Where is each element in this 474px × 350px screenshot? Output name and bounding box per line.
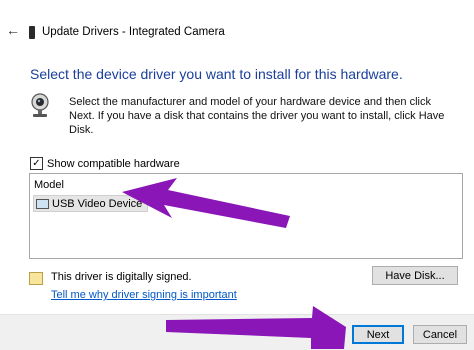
- list-item-label: USB Video Device: [52, 197, 143, 210]
- usb-device-icon: [36, 198, 49, 209]
- cancel-button[interactable]: Cancel: [413, 325, 467, 344]
- back-arrow-icon[interactable]: ←: [6, 23, 20, 37]
- model-listbox[interactable]: Model USB Video Device: [29, 173, 463, 259]
- show-compatible-hardware[interactable]: ✓ Show compatible hardware: [30, 157, 180, 170]
- page-heading: Select the device driver you want to ins…: [30, 66, 403, 82]
- have-disk-button[interactable]: Have Disk...: [372, 266, 458, 285]
- instructions-text: Select the manufacturer and model of you…: [69, 96, 445, 136]
- webcam-icon: [31, 93, 49, 117]
- title-bar: ← Update Drivers - Integrated Camera: [0, 0, 474, 66]
- show-compatible-checkbox[interactable]: ✓: [30, 157, 43, 170]
- list-item[interactable]: USB Video Device: [33, 195, 149, 212]
- driver-signing-link[interactable]: Tell me why driver signing is important: [51, 289, 237, 301]
- signature-status: This driver is digitally signed.: [51, 271, 192, 283]
- device-icon: [29, 26, 35, 39]
- certificate-icon: [29, 272, 43, 285]
- next-button[interactable]: Next: [352, 325, 404, 344]
- window-title: Update Drivers - Integrated Camera: [42, 26, 225, 38]
- model-column-header: Model: [34, 179, 64, 191]
- show-compatible-label[interactable]: Show compatible hardware: [47, 158, 180, 170]
